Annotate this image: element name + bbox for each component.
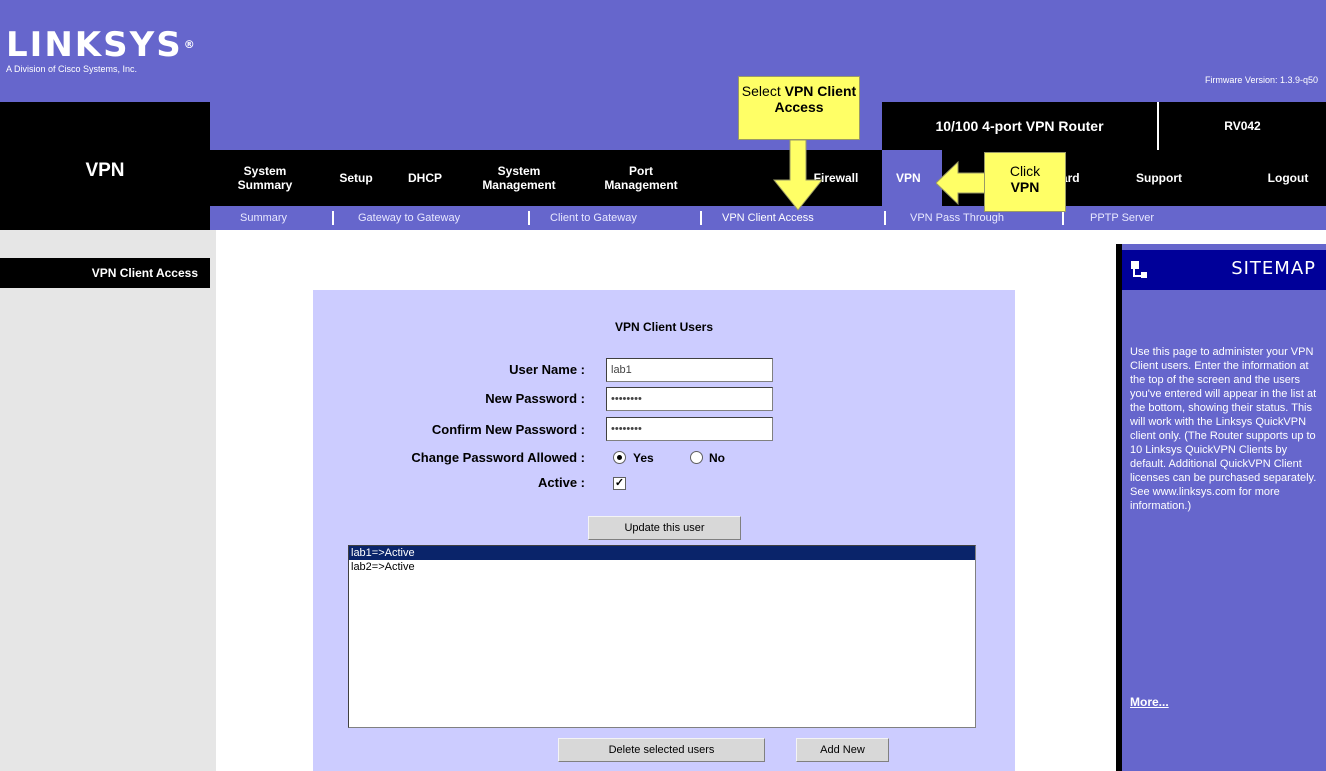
left-column [0, 230, 210, 771]
nav-label: Support [1136, 171, 1182, 185]
registered-mark: ® [183, 38, 197, 51]
linksys-logo: LINKSYS® A Division of Cisco Systems, In… [6, 28, 197, 74]
nav-label: Port Management [604, 164, 678, 192]
subnav-separator [884, 211, 886, 225]
no-label: No [709, 451, 725, 465]
new-password-input[interactable] [606, 387, 773, 411]
add-new-button[interactable]: Add New [796, 738, 889, 762]
firmware-version: Firmware Version: 1.3.9-q50 [1204, 75, 1318, 85]
callout-emphasis: VPN Client Access [774, 83, 857, 115]
more-link[interactable]: More... [1130, 695, 1169, 709]
nav-support[interactable]: Support [1118, 150, 1200, 206]
nav-setup[interactable]: Setup [320, 150, 392, 206]
down-arrow-icon [772, 140, 824, 211]
nav-label: DHCP [407, 171, 442, 185]
product-name: 10/100 4-port VPN Router [935, 118, 1104, 134]
subnav-pptp-server[interactable]: PPTP Server [1090, 206, 1154, 230]
subnav-gateway-to-gateway[interactable]: Gateway to Gateway [358, 206, 460, 230]
active-label: Active : [538, 475, 585, 490]
nav-dhcp[interactable]: DHCP [392, 150, 458, 206]
subnav-separator [332, 211, 334, 225]
nav-label: VPN [896, 171, 921, 185]
product-box: 10/100 4-port VPN Router RV042 [882, 102, 1326, 150]
model-number: RV042 [1157, 102, 1326, 150]
subnav-separator [1062, 211, 1064, 225]
subnav-separator [528, 211, 530, 225]
nav-system-management[interactable]: System Management [458, 150, 580, 206]
active-checkbox[interactable]: ✓ [613, 477, 626, 490]
subnav-separator [700, 211, 702, 225]
subnav-client-to-gateway[interactable]: Client to Gateway [550, 206, 637, 230]
user-list[interactable]: lab1=>Active lab2=>Active [348, 545, 976, 728]
delete-selected-users-button[interactable]: Delete selected users [558, 738, 765, 762]
update-user-button[interactable]: Update this user [588, 516, 741, 540]
callout-text: Select [741, 83, 781, 99]
new-password-label: New Password : [485, 391, 585, 406]
click-vpn-callout: Click VPN [984, 152, 1066, 212]
column-divider [210, 230, 216, 771]
yes-label: Yes [633, 451, 654, 465]
nav-label: Setup [339, 171, 373, 185]
page-title: VPN [85, 160, 125, 181]
section-label: VPN Client Access [0, 258, 210, 288]
help-text: Use this page to administer your VPN Cli… [1130, 346, 1317, 512]
nav-label: Logout [1267, 171, 1309, 185]
list-item[interactable]: lab1=>Active [349, 546, 975, 560]
brand-name: LINKSYS [6, 25, 183, 65]
change-allowed-yes-radio[interactable] [613, 451, 626, 464]
nav-label: System Summary [237, 164, 293, 192]
panel-title: VPN Client Users [614, 320, 714, 334]
callout-emphasis: VPN [1010, 179, 1040, 195]
sitemap-title: SITEMAP [1231, 258, 1316, 279]
nav-system-summary[interactable]: System Summary [210, 150, 320, 206]
nav-label: System Management [482, 164, 556, 192]
confirm-password-input[interactable] [606, 417, 773, 441]
change-password-allowed-label: Change Password Allowed : [411, 450, 585, 465]
select-vpn-client-access-callout: Select VPN Client Access [738, 76, 860, 140]
confirm-password-label: Confirm New Password : [431, 422, 585, 437]
subnav-summary[interactable]: Summary [240, 206, 287, 230]
header-bar: LINKSYS® A Division of Cisco Systems, In… [0, 0, 1326, 102]
list-item[interactable]: lab2=>Active [349, 560, 975, 574]
change-allowed-no-radio[interactable] [690, 451, 703, 464]
user-name-label: User Name : [509, 362, 585, 377]
nav-vpn[interactable]: VPN [882, 150, 942, 206]
sitemap-icon [1131, 261, 1147, 278]
brand-subtitle: A Division of Cisco Systems, Inc. [6, 64, 138, 74]
sitemap-bar[interactable]: SITEMAP [1122, 250, 1326, 290]
vpn-client-users-panel: VPN Client Users User Name : New Passwor… [313, 290, 1015, 771]
user-name-input[interactable] [606, 358, 773, 382]
nav-logout[interactable]: Logout [1250, 150, 1326, 206]
callout-text: Click [1009, 163, 1041, 179]
nav-port-management[interactable]: Port Management [580, 150, 702, 206]
